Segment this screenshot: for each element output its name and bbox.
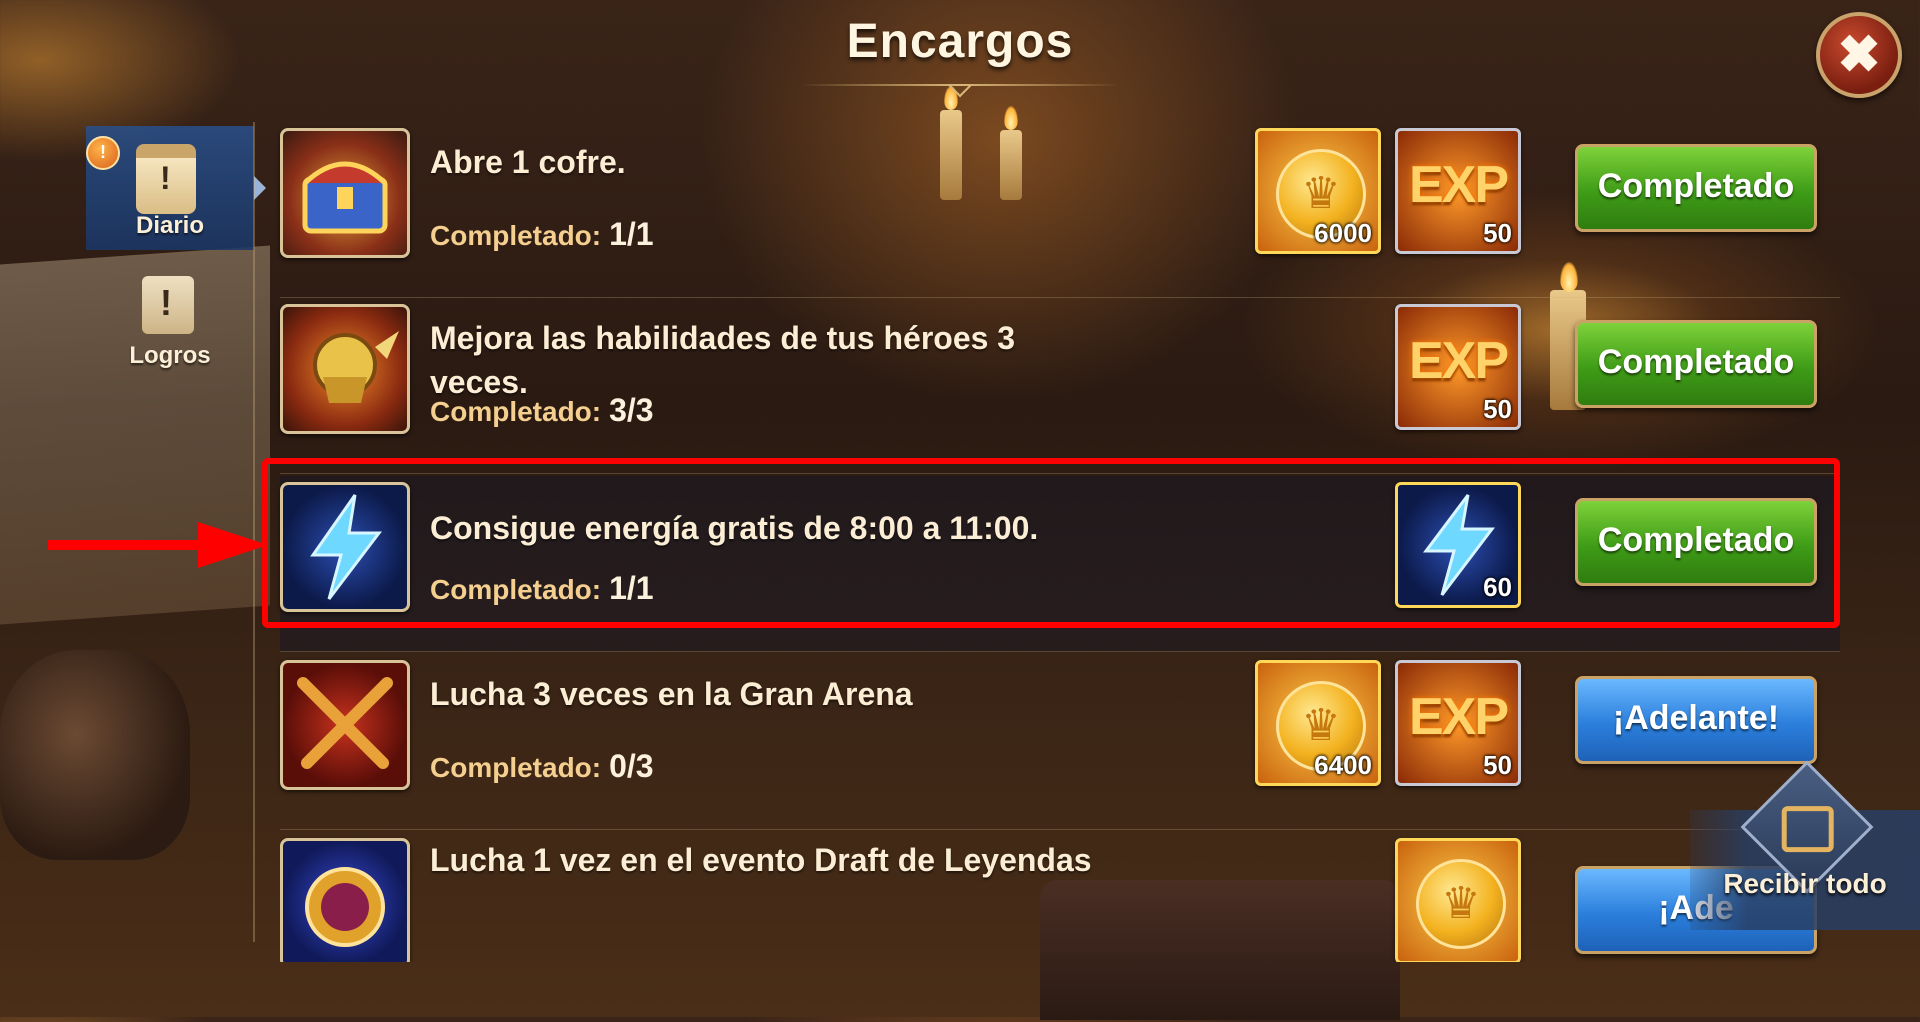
progress-value: 0/3 bbox=[609, 748, 654, 784]
completed-button[interactable]: Completado bbox=[1575, 320, 1817, 408]
crossed-swords-icon bbox=[280, 660, 410, 790]
quest-row: Mejora las habilidades de tus héroes 3 v… bbox=[280, 298, 1840, 474]
quest-description: Abre 1 cofre. bbox=[430, 144, 626, 180]
quest-description: Lucha 1 vez en el evento Draft de Leyend… bbox=[430, 842, 1092, 878]
gold-coin-icon bbox=[1416, 859, 1506, 949]
quest-row: Lucha 3 veces en la Gran Arena Completad… bbox=[280, 654, 1840, 830]
reward-amount: 50 bbox=[1483, 750, 1512, 780]
reward-exp[interactable]: EXP 50 bbox=[1395, 660, 1521, 786]
scroll-icon bbox=[142, 276, 194, 334]
quest-description: Lucha 3 veces en la Gran Arena bbox=[430, 676, 913, 712]
reward-exp[interactable]: EXP 50 bbox=[1395, 128, 1521, 254]
completed-button[interactable]: Completado bbox=[1575, 144, 1817, 232]
reward-exp[interactable]: EXP 50 bbox=[1395, 304, 1521, 430]
fox-medallion-icon bbox=[280, 838, 410, 962]
reward-gold[interactable]: 6400 bbox=[1255, 660, 1381, 786]
progress-value: 1/1 bbox=[609, 216, 654, 252]
progress-label: Completado: bbox=[430, 220, 602, 251]
progress-label: Completado: bbox=[430, 752, 602, 783]
reward-amount: 6400 bbox=[1314, 750, 1372, 780]
tab-label: Diario bbox=[135, 212, 204, 239]
gift-badge-icon: ! bbox=[86, 136, 120, 170]
progress-value: 3/3 bbox=[609, 392, 654, 428]
active-tab-arrow-icon bbox=[254, 176, 266, 200]
quest-row: Lucha 1 vez en el evento Draft de Leyend… bbox=[280, 832, 1840, 962]
quest-progress: Completado: 0/3 bbox=[430, 748, 654, 785]
exp-icon: EXP bbox=[1408, 332, 1509, 390]
tab-diario[interactable]: ! Diario bbox=[86, 126, 266, 250]
close-icon: ✖ bbox=[1837, 26, 1881, 84]
exp-icon: EXP bbox=[1408, 156, 1509, 214]
tab-logros[interactable]: Logros bbox=[86, 256, 254, 380]
reward-amount: 6000 bbox=[1314, 218, 1372, 248]
claim-all-button[interactable]: Recibir todo bbox=[1690, 868, 1920, 900]
page-title: Encargos bbox=[846, 15, 1074, 68]
quest-row: Abre 1 cofre. Completado:1/1 6000 EXP 50… bbox=[280, 122, 1840, 298]
tab-label: Logros bbox=[129, 342, 211, 369]
row-divider bbox=[280, 651, 1840, 652]
sidebar: ! Diario Logros bbox=[86, 122, 266, 1022]
close-button[interactable]: ✖ bbox=[1816, 12, 1902, 98]
quest-progress: Completado: 3/3 bbox=[430, 392, 654, 429]
treasure-chest-icon bbox=[280, 128, 410, 258]
reward-gold[interactable]: 6000 bbox=[1255, 128, 1381, 254]
red-arrow-icon bbox=[48, 522, 268, 568]
reward-amount: 50 bbox=[1483, 394, 1512, 424]
winged-helmet-icon bbox=[280, 304, 410, 434]
go-button[interactable]: ¡Adelante! bbox=[1575, 676, 1817, 764]
reward-amount: 50 bbox=[1483, 218, 1512, 248]
reward-gold[interactable] bbox=[1395, 838, 1521, 962]
quest-progress: Completado: 1/1 bbox=[430, 216, 654, 253]
quest-description: Mejora las habilidades de tus héroes 3 v… bbox=[430, 320, 1016, 400]
row-divider bbox=[280, 829, 1840, 830]
highlight-box bbox=[262, 458, 1840, 628]
exp-icon: EXP bbox=[1408, 688, 1509, 746]
progress-label: Completado: bbox=[430, 396, 602, 427]
calendar-icon bbox=[136, 144, 196, 214]
